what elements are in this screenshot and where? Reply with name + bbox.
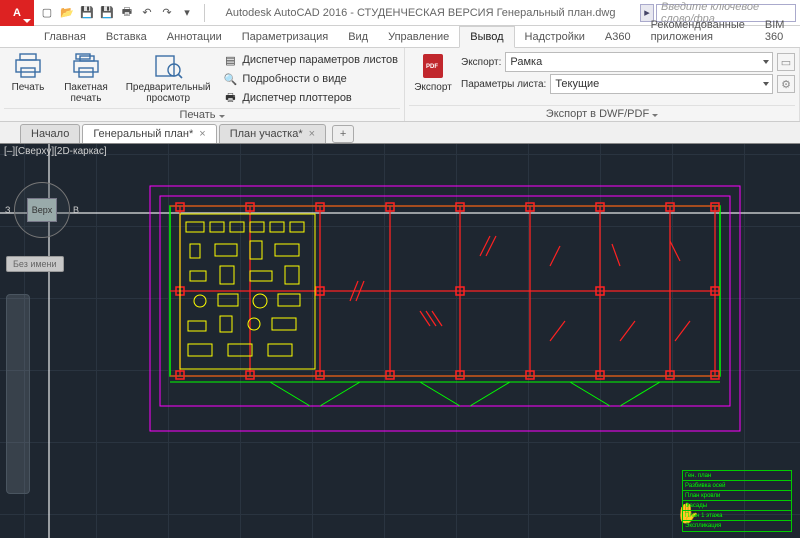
panel-print: Печать Пакетная печать Предварительный п… [0, 48, 405, 121]
preview-button[interactable]: Предварительный просмотр [120, 50, 216, 108]
sheet-params-dropdown[interactable]: Текущие [550, 74, 773, 94]
new-tab-button[interactable]: + [332, 125, 354, 143]
document-tabs: Начало Генеральный план*× План участка*×… [0, 122, 800, 144]
tab-insert[interactable]: Вставка [96, 27, 157, 47]
drawing-canvas[interactable]: [–][Сверху][2D-каркас] З Верх В Без имен… [0, 144, 800, 538]
view-details-button[interactable]: 🔍Подробности о виде [220, 70, 400, 88]
tab-output[interactable]: Вывод [459, 26, 514, 48]
panel-export-title: Экспорт в DWF/PDF [546, 108, 649, 120]
tab-parametric[interactable]: Параметризация [232, 27, 338, 47]
close-icon[interactable]: × [309, 128, 315, 140]
export-mode-label: Экспорт: [461, 55, 501, 70]
viewcube-top-face[interactable]: Верх [27, 198, 57, 222]
tab-bim360[interactable]: BIM 360 [755, 15, 795, 47]
tab-manage[interactable]: Управление [378, 27, 459, 47]
view-cube[interactable]: З Верх В [14, 182, 70, 238]
legend-row: План 1 этажа [683, 511, 791, 521]
export-mode-dropdown[interactable]: Рамка [505, 52, 773, 72]
title-block[interactable]: Ген. план Разбивка осей План кровли Фаса… [682, 470, 792, 532]
new-icon[interactable]: ▢ [38, 4, 56, 22]
plotter-manager-button[interactable]: 🖶Диспетчер плоттеров [220, 89, 400, 107]
save-icon[interactable]: 💾 [78, 4, 96, 22]
saveas-icon[interactable]: 💾 [98, 4, 116, 22]
separator [204, 4, 205, 22]
panel-print-title: Печать [179, 109, 215, 121]
qat-dropdown-icon[interactable]: ▾ [178, 4, 196, 22]
tab-addins[interactable]: Надстройки [515, 27, 595, 47]
redo-icon[interactable]: ↷ [158, 4, 176, 22]
window-title: Autodesk AutoCAD 2016 - СТУДЕНЧЕСКАЯ ВЕР… [209, 7, 640, 19]
sheet-settings-icon[interactable]: ⚙ [777, 75, 795, 93]
sheet-params-label: Параметры листа: [461, 77, 546, 92]
tab-perf[interactable]: Perf [794, 27, 800, 47]
doc-tab-general-plan[interactable]: Генеральный план*× [82, 124, 216, 143]
legend-row: Фасады [683, 501, 791, 511]
undo-icon[interactable]: ↶ [138, 4, 156, 22]
pdf-icon: PDF [417, 52, 449, 80]
drawing-content [120, 166, 760, 446]
panel-export: PDF Экспорт Экспорт: Рамка ▭ Параметры л… [405, 48, 800, 121]
navigation-bar[interactable] [6, 294, 30, 494]
tab-annotate[interactable]: Аннотации [157, 27, 232, 47]
details-icon: 🔍 [222, 71, 238, 87]
svg-text:PDF: PDF [426, 64, 438, 70]
tab-view[interactable]: Вид [338, 27, 378, 47]
viewcube-west[interactable]: З [5, 205, 10, 215]
quick-access-toolbar: ▢ 📂 💾 💾 🖶 ↶ ↷ ▾ [34, 4, 200, 22]
legend-row: Разбивка осей [683, 481, 791, 491]
printer-icon [12, 52, 44, 80]
legend-row: Экспликация [683, 521, 791, 531]
plotter-icon: 🖶 [222, 90, 238, 106]
legend-row: Ген. план [683, 471, 791, 481]
tab-a360[interactable]: A360 [595, 27, 641, 47]
ribbon: Печать Пакетная печать Предварительный п… [0, 48, 800, 122]
legend-row: План кровли [683, 491, 791, 501]
batch-print-button[interactable]: Пакетная печать [56, 50, 116, 108]
page-setup-icon: ▤ [222, 52, 238, 68]
batch-printer-icon [70, 52, 102, 80]
tab-home[interactable]: Главная [34, 27, 96, 47]
close-icon[interactable]: × [199, 128, 205, 140]
tab-featured[interactable]: Рекомендованные приложения [641, 15, 755, 47]
viewcube-east[interactable]: В [73, 205, 79, 215]
print-icon[interactable]: 🖶 [118, 4, 136, 22]
export-button[interactable]: PDF Экспорт [409, 50, 457, 105]
ribbon-tabs: Главная Вставка Аннотации Параметризация… [0, 26, 800, 48]
print-button[interactable]: Печать [4, 50, 52, 108]
export-window-icon[interactable]: ▭ [777, 53, 795, 71]
doc-tab-site-plan[interactable]: План участка*× [219, 124, 326, 143]
open-icon[interactable]: 📂 [58, 4, 76, 22]
viewport-label[interactable]: [–][Сверху][2D-каркас] [4, 146, 107, 157]
app-menu-button[interactable]: A [0, 0, 34, 26]
view-unnamed-badge[interactable]: Без имени [6, 256, 64, 272]
page-setup-button[interactable]: ▤Диспетчер параметров листов [220, 51, 400, 69]
panel-print-expand-icon[interactable] [219, 109, 225, 121]
preview-icon [152, 52, 184, 80]
panel-export-expand-icon[interactable] [652, 108, 658, 120]
doc-tab-start[interactable]: Начало [20, 124, 80, 143]
